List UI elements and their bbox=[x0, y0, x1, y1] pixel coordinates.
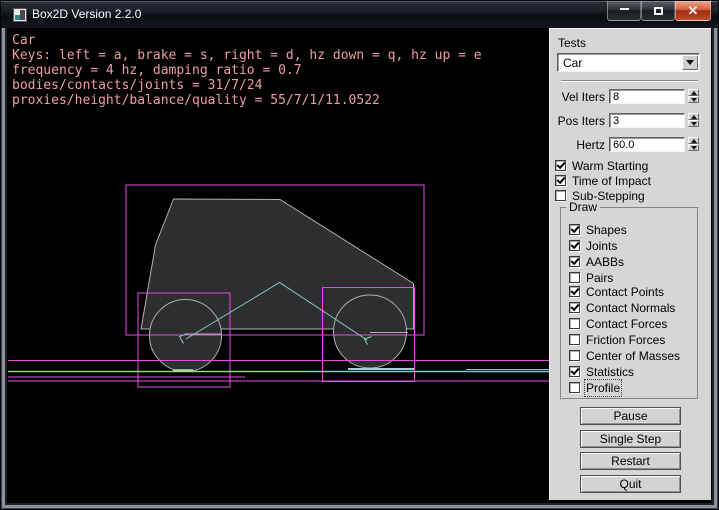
checkbox-icon[interactable] bbox=[555, 160, 566, 171]
window-controls: ✕ bbox=[607, 1, 711, 21]
checkbox-icon[interactable] bbox=[569, 350, 580, 361]
app-window: Box2D Version 2.2.0 ✕ bbox=[0, 0, 719, 510]
tests-label: Tests bbox=[558, 36, 586, 50]
stat-line-bodies: bodies/contacts/joints = 31/7/24 bbox=[12, 78, 262, 93]
checkbox-label: Statistics bbox=[586, 365, 634, 379]
stat-line-frequency: frequency = 4 hz, damping ratio = 0.7 bbox=[12, 63, 302, 78]
single-step-button[interactable]: Single Step bbox=[580, 430, 681, 448]
checkbox-icon[interactable] bbox=[569, 240, 580, 251]
spin-down-icon[interactable] bbox=[688, 144, 699, 151]
checkbox-icon[interactable] bbox=[555, 175, 566, 186]
restart-button[interactable]: Restart bbox=[580, 452, 681, 470]
spin-up-icon[interactable] bbox=[688, 89, 699, 96]
checkbox-label: Time of Impact bbox=[572, 174, 651, 188]
minimize-icon bbox=[620, 7, 629, 10]
spin-up-icon[interactable] bbox=[688, 137, 699, 144]
checkbox-icon[interactable] bbox=[569, 366, 580, 377]
vel-iters-stepper[interactable] bbox=[688, 89, 699, 104]
checkbox-icon[interactable] bbox=[569, 256, 580, 267]
checkbox-icon[interactable] bbox=[555, 190, 566, 201]
spin-down-icon[interactable] bbox=[688, 120, 699, 127]
titlebar[interactable]: Box2D Version 2.2.0 ✕ bbox=[1, 1, 718, 28]
app-icon bbox=[13, 8, 27, 22]
debug-statistics-text: Car Keys: left = a, brake = s, right = d… bbox=[12, 33, 482, 108]
maximize-icon bbox=[654, 7, 663, 15]
minimize-button[interactable] bbox=[607, 1, 641, 21]
checkbox-label: Contact Forces bbox=[586, 317, 667, 331]
checkbox-label: Contact Points bbox=[586, 285, 664, 299]
stat-line-test-name: Car bbox=[12, 33, 35, 48]
checkbox-label: Shapes bbox=[586, 223, 627, 237]
chevron-down-icon bbox=[686, 60, 694, 65]
checkbox-label: Contact Normals bbox=[586, 301, 675, 315]
checkbox-label: Warm Starting bbox=[572, 159, 648, 173]
checkbox-label: Joints bbox=[586, 239, 617, 253]
spin-up-icon[interactable] bbox=[688, 113, 699, 120]
pos-iters-label: Pos Iters bbox=[550, 114, 605, 128]
spin-down-icon[interactable] bbox=[688, 96, 699, 103]
hertz-label: Hertz bbox=[550, 138, 605, 152]
vel-iters-label: Vel Iters bbox=[550, 90, 605, 104]
quit-button[interactable]: Quit bbox=[580, 475, 681, 493]
pos-iters-input[interactable] bbox=[609, 113, 685, 128]
hertz-stepper[interactable] bbox=[688, 137, 699, 152]
pause-button[interactable]: Pause bbox=[580, 407, 681, 425]
close-button[interactable]: ✕ bbox=[675, 1, 711, 21]
tests-dropdown-button[interactable] bbox=[682, 55, 698, 70]
draw-group-label: Draw bbox=[566, 200, 600, 214]
separator bbox=[561, 80, 698, 82]
tests-dropdown[interactable]: Car bbox=[557, 53, 700, 72]
pos-iters-stepper[interactable] bbox=[688, 113, 699, 128]
checkbox-icon[interactable] bbox=[569, 302, 580, 313]
stat-line-keys: Keys: left = a, brake = s, right = d, hz… bbox=[12, 48, 482, 63]
vel-iters-input[interactable] bbox=[609, 89, 685, 104]
checkbox-label: Center of Masses bbox=[586, 349, 680, 363]
checkbox-label: Pairs bbox=[586, 271, 613, 285]
pos-iters-row: Pos Iters bbox=[550, 113, 712, 128]
simulation-canvas[interactable]: Car Keys: left = a, brake = s, right = d… bbox=[8, 28, 549, 500]
checkbox-icon[interactable] bbox=[569, 382, 580, 393]
vel-iters-row: Vel Iters bbox=[550, 89, 712, 104]
hertz-input[interactable] bbox=[609, 137, 685, 152]
close-icon: ✕ bbox=[688, 4, 699, 17]
checkbox-label: AABBs bbox=[586, 255, 624, 269]
control-panel: Tests Car Vel Iters Pos Iters Hertz bbox=[549, 28, 711, 500]
checkbox-icon[interactable] bbox=[569, 286, 580, 297]
checkbox-icon[interactable] bbox=[569, 272, 580, 283]
checkbox-label: Profile bbox=[586, 381, 620, 395]
checkbox-icon[interactable] bbox=[569, 318, 580, 329]
window-title: Box2D Version 2.2.0 bbox=[32, 7, 141, 21]
hertz-row: Hertz bbox=[550, 137, 712, 152]
checkbox-icon[interactable] bbox=[569, 334, 580, 345]
maximize-button[interactable] bbox=[641, 1, 675, 21]
checkbox-icon[interactable] bbox=[569, 224, 580, 235]
checkbox-label: Friction Forces bbox=[586, 333, 665, 347]
right-wheel-shape bbox=[334, 295, 407, 368]
tests-dropdown-value: Car bbox=[563, 56, 582, 70]
stat-line-proxies: proxies/height/balance/quality = 55/7/1/… bbox=[12, 93, 380, 108]
